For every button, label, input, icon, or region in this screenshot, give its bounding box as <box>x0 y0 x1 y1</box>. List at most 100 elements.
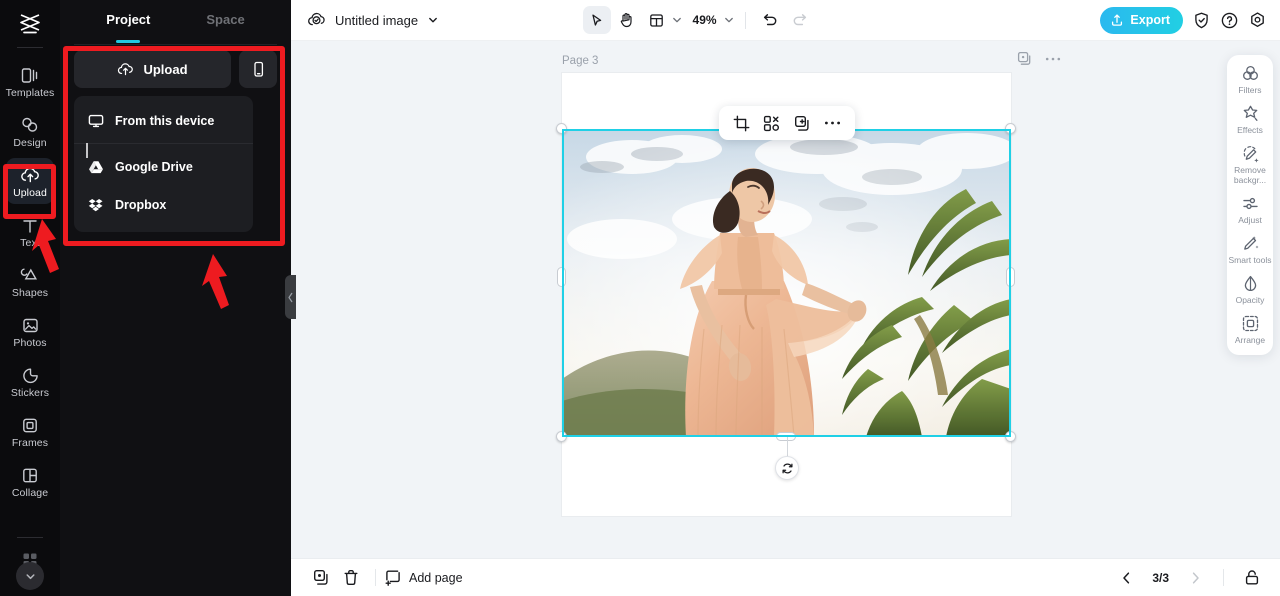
gear-icon[interactable] <box>1248 11 1267 30</box>
upload-button-label: Upload <box>143 62 187 77</box>
sidebar-item-frames[interactable]: Frames <box>6 408 54 454</box>
page-tools <box>1017 51 1061 66</box>
sidebar-item-shapes[interactable]: Shapes <box>6 258 54 304</box>
sidebar-item-label: Shapes <box>12 287 48 299</box>
export-button[interactable]: Export <box>1100 7 1183 34</box>
crop-icon[interactable] <box>733 115 750 132</box>
sidebar-item-label: Frames <box>12 437 48 449</box>
hand-tool-button[interactable] <box>613 6 641 34</box>
sidebar-item-label: Photos <box>13 337 46 349</box>
right-tool-dock: Filters Effects Remove backgr... <box>1227 55 1273 355</box>
filters-icon <box>1241 64 1260 83</box>
dock-item-label: Filters <box>1238 85 1261 95</box>
upload-area: Upload From this device <box>60 41 291 232</box>
undo-button[interactable] <box>756 6 784 34</box>
tab-space[interactable]: Space <box>206 12 244 29</box>
rail-bottom <box>0 537 60 596</box>
dock-item-label: Smart tools <box>1229 255 1272 265</box>
remove-background-icon <box>1241 144 1260 163</box>
prev-page-button[interactable] <box>1111 564 1141 592</box>
duplicate-plus-icon[interactable] <box>794 115 811 132</box>
dropdown-item-dropbox[interactable]: Dropbox <box>74 186 253 224</box>
chevron-down-icon[interactable] <box>671 14 683 26</box>
page-title: Untitled image <box>335 13 418 28</box>
shield-check-icon[interactable] <box>1192 11 1211 30</box>
duplicate-icon[interactable] <box>1017 51 1032 66</box>
document-title-menu[interactable]: Untitled image <box>307 12 439 28</box>
resize-handle-bottom-left[interactable] <box>556 431 567 442</box>
image-object[interactable] <box>562 129 1011 437</box>
upload-cloud-icon <box>20 163 41 184</box>
dropdown-item-google-drive[interactable]: Google Drive <box>74 148 253 186</box>
bottom-divider <box>375 569 376 586</box>
top-right-actions: Export <box>1100 7 1267 34</box>
bottom-left-actions: Add page <box>306 564 469 592</box>
sidebar-item-text[interactable]: Text <box>6 208 54 254</box>
cutout-icon[interactable] <box>763 115 780 132</box>
resize-handle-top-left[interactable] <box>556 123 567 134</box>
resize-handle-bottom-right[interactable] <box>1005 431 1016 442</box>
resize-handle-middle-left[interactable] <box>557 267 566 287</box>
zoom-chevron-down-icon[interactable] <box>723 14 735 26</box>
dropdown-item-label: Google Drive <box>115 160 193 174</box>
templates-icon <box>20 63 40 84</box>
dropdown-item-from-this-device[interactable]: From this device <box>74 102 253 140</box>
dock-item-remove-background[interactable]: Remove backgr... <box>1228 144 1272 185</box>
page-navigation: 3/3 <box>1111 564 1267 592</box>
chevron-left-icon <box>1120 571 1133 585</box>
dock-item-smart-tools[interactable]: Smart tools <box>1228 234 1272 265</box>
dock-item-label: Adjust <box>1238 215 1262 225</box>
left-rail: Templates Design Upload Text Shapes <box>0 0 60 596</box>
rail-expand-button[interactable] <box>16 562 44 590</box>
sidebar-item-photos[interactable]: Photos <box>6 308 54 354</box>
sidebar-item-design[interactable]: Design <box>6 108 54 154</box>
rail-divider-bottom <box>17 537 43 538</box>
canvas-area[interactable]: Page 3 <box>291 41 1280 558</box>
ellipsis-icon[interactable] <box>824 120 841 126</box>
ellipsis-icon[interactable] <box>1045 56 1061 62</box>
upload-button[interactable]: Upload <box>74 50 231 88</box>
lock-page-button[interactable] <box>1237 564 1267 592</box>
upload-from-mobile-button[interactable] <box>239 50 277 88</box>
export-button-label: Export <box>1130 13 1170 27</box>
sidebar-item-templates[interactable]: Templates <box>6 58 54 104</box>
dropdown-divider <box>74 143 253 144</box>
undo-arrow-icon <box>762 13 778 28</box>
delete-page-button[interactable] <box>336 564 366 592</box>
sidebar-item-collage[interactable]: Collage <box>6 458 54 504</box>
chevron-left-icon <box>287 292 294 303</box>
effects-icon <box>1241 104 1260 123</box>
zoom-level: 49% <box>693 13 717 27</box>
trash-icon <box>343 569 359 586</box>
shapes-icon <box>20 263 40 284</box>
adjust-sliders-icon <box>1241 194 1260 213</box>
main-area: Untitled image <box>291 0 1280 596</box>
bottom-bar: Add page 3/3 <box>291 558 1280 596</box>
dock-item-filters[interactable]: Filters <box>1228 64 1272 95</box>
resize-handle-middle-right[interactable] <box>1006 267 1015 287</box>
tab-project[interactable]: Project <box>106 12 150 29</box>
add-page-button[interactable]: Add page <box>385 569 469 586</box>
panel-collapse-handle[interactable] <box>285 275 296 319</box>
dock-item-opacity[interactable]: Opacity <box>1228 274 1272 305</box>
sidebar-item-stickers[interactable]: Stickers <box>6 358 54 404</box>
page-indicator: 3/3 <box>1152 571 1169 585</box>
select-tool-button[interactable] <box>583 6 611 34</box>
resize-handle-top-right[interactable] <box>1005 123 1016 134</box>
redo-button[interactable] <box>786 6 814 34</box>
dock-item-effects[interactable]: Effects <box>1228 104 1272 135</box>
sidebar-item-label: Collage <box>12 487 48 499</box>
capcut-logo[interactable] <box>13 10 47 38</box>
cursor-arrow-icon <box>589 13 604 28</box>
panel-divider <box>74 44 277 45</box>
dropdown-item-label: From this device <box>115 114 214 128</box>
duplicate-page-button[interactable] <box>306 564 336 592</box>
sidebar-item-upload[interactable]: Upload <box>6 158 54 204</box>
layout-tool-button[interactable] <box>643 6 671 34</box>
dock-item-arrange[interactable]: Arrange <box>1228 314 1272 345</box>
question-circle-icon[interactable] <box>1220 11 1239 30</box>
next-page-button[interactable] <box>1180 564 1210 592</box>
rotate-handle[interactable] <box>775 456 799 480</box>
upload-cloud-icon <box>117 62 134 77</box>
dock-item-adjust[interactable]: Adjust <box>1228 194 1272 225</box>
